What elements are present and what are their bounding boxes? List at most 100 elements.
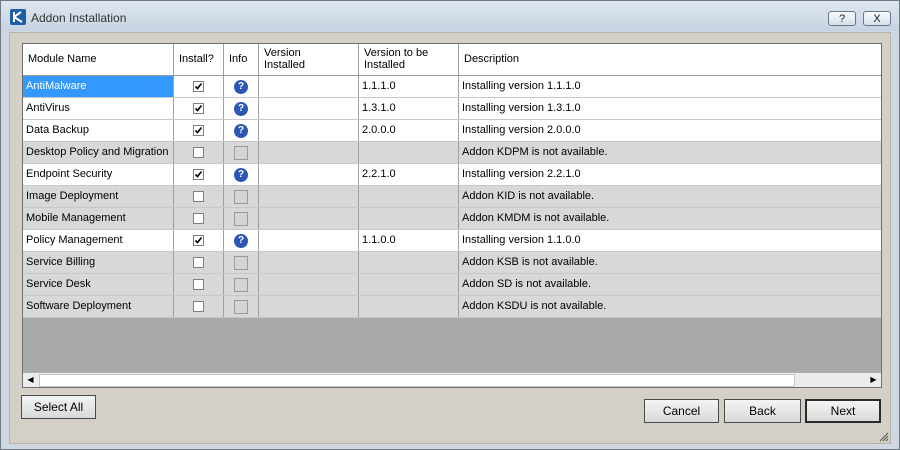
install-checkbox[interactable]: [193, 191, 204, 202]
info-cell: [224, 186, 259, 207]
info-icon[interactable]: ?: [234, 80, 248, 94]
back-button[interactable]: Back: [724, 399, 801, 423]
install-checkbox[interactable]: [193, 213, 204, 224]
info-cell: [224, 252, 259, 273]
title-bar: Addon Installation ? X: [1, 1, 899, 31]
table-row[interactable]: Desktop Policy and Migration Addon KDPM i…: [23, 142, 881, 164]
description-cell: Addon KDPM is not available.: [462, 146, 608, 158]
module-name-cell[interactable]: Endpoint Security: [23, 164, 174, 185]
next-button[interactable]: Next: [805, 399, 881, 423]
table-row[interactable]: Service Desk Addon SD is not available.: [23, 274, 881, 296]
table-row[interactable]: Mobile Management Addon KMDM is not avail…: [23, 208, 881, 230]
module-name-cell[interactable]: Data Backup: [23, 120, 174, 141]
install-cell: [174, 274, 224, 295]
scrollbar-thumb[interactable]: [39, 374, 795, 387]
description-cell: Installing version 1.1.0.0: [462, 234, 581, 246]
version-to-install-cell: [359, 142, 459, 163]
module-name-cell[interactable]: Software Deployment: [23, 296, 174, 317]
install-cell: [174, 164, 224, 185]
description-cell: Addon KMDM is not available.: [462, 212, 610, 224]
checkmark-icon: [194, 171, 203, 178]
info-icon[interactable]: ?: [234, 124, 248, 138]
column-header-info[interactable]: Info: [224, 44, 259, 75]
module-name-cell[interactable]: Desktop Policy and Migration: [23, 142, 174, 163]
table-row[interactable]: Software Deployment Addon KSDU is not ava…: [23, 296, 881, 318]
column-header-module-name[interactable]: Module Name: [23, 44, 174, 75]
install-checkbox[interactable]: [193, 301, 204, 312]
version-to-install-cell: [359, 296, 459, 317]
module-name-cell[interactable]: AntiVirus: [23, 98, 174, 119]
install-checkbox[interactable]: [193, 257, 204, 268]
install-checkbox[interactable]: [193, 235, 204, 246]
checkmark-icon: [194, 237, 203, 244]
info-disabled-box: [234, 212, 248, 226]
module-name-cell[interactable]: Mobile Management: [23, 208, 174, 229]
version-to-install-cell: [359, 252, 459, 273]
app-logo-icon: [10, 9, 26, 25]
cancel-button[interactable]: Cancel: [644, 399, 719, 423]
install-checkbox[interactable]: [193, 125, 204, 136]
description-cell: Installing version 1.3.1.0: [462, 102, 581, 114]
scroll-right-icon[interactable]: ▶: [866, 373, 881, 387]
install-checkbox[interactable]: [193, 147, 204, 158]
table-row[interactable]: Endpoint Security? 2.2.1.0 Installing vers…: [23, 164, 881, 186]
info-cell: [224, 296, 259, 317]
version-to-install-cell: 1.1.1.0: [359, 76, 459, 97]
install-checkbox[interactable]: [193, 103, 204, 114]
table-row[interactable]: Policy Management? 1.1.0.0 Installing vers…: [23, 230, 881, 252]
table-row[interactable]: Service Billing Addon KSB is not availabl…: [23, 252, 881, 274]
horizontal-scrollbar[interactable]: ◀ ▶: [23, 372, 881, 387]
table-row[interactable]: AntiVirus? 1.3.1.0 Installing version 1.3.…: [23, 98, 881, 120]
info-cell: [224, 274, 259, 295]
description-cell: Addon SD is not available.: [462, 278, 592, 290]
description-cell: Addon KSDU is not available.: [462, 300, 607, 312]
dialog-body: Module Name Install? Info Version Instal…: [9, 32, 891, 444]
install-cell: [174, 142, 224, 163]
info-icon[interactable]: ?: [234, 102, 248, 116]
table-row[interactable]: Data Backup? 2.0.0.0 Installing version 2.…: [23, 120, 881, 142]
column-header-version-to-be-installed[interactable]: Version to be Installed: [359, 44, 459, 75]
table-row[interactable]: Image Deployment Addon KID is not availab…: [23, 186, 881, 208]
install-cell: [174, 120, 224, 141]
version-installed-cell: [259, 208, 359, 229]
column-header-version-installed-line1: Version: [264, 47, 301, 59]
select-all-button[interactable]: Select All: [21, 395, 96, 419]
info-disabled-box: [234, 300, 248, 314]
module-name-cell[interactable]: Service Billing: [23, 252, 174, 273]
info-cell: ?: [224, 230, 259, 251]
scroll-left-icon[interactable]: ◀: [23, 373, 38, 387]
info-disabled-box: [234, 256, 248, 270]
install-checkbox[interactable]: [193, 279, 204, 290]
column-header-version-installed[interactable]: Version Installed: [259, 44, 359, 75]
help-button[interactable]: ?: [828, 11, 856, 26]
checkmark-icon: [194, 83, 203, 90]
version-to-install-cell: 2.0.0.0: [359, 120, 459, 141]
install-cell: [174, 208, 224, 229]
info-icon[interactable]: ?: [234, 168, 248, 182]
version-installed-cell: [259, 230, 359, 251]
info-icon[interactable]: ?: [234, 234, 248, 248]
info-disabled-box: [234, 190, 248, 204]
install-checkbox[interactable]: [193, 81, 204, 92]
description-cell: Addon KSB is not available.: [462, 256, 598, 268]
version-installed-cell: [259, 98, 359, 119]
column-header-install[interactable]: Install?: [174, 44, 224, 75]
resize-grip-icon[interactable]: [877, 430, 889, 442]
module-name-cell[interactable]: Service Desk: [23, 274, 174, 295]
table-row[interactable]: AntiMalware? 1.1.1.0 Installing version 1.…: [23, 76, 881, 98]
module-name-cell[interactable]: Policy Management: [23, 230, 174, 251]
grid-header: Module Name Install? Info Version Instal…: [23, 44, 881, 76]
install-cell: [174, 186, 224, 207]
install-checkbox[interactable]: [193, 169, 204, 180]
close-button[interactable]: X: [863, 11, 891, 26]
module-name-cell[interactable]: AntiMalware: [23, 76, 174, 97]
version-installed-cell: [259, 164, 359, 185]
column-header-version-to-be-line2: Installed: [364, 59, 405, 71]
info-disabled-box: [234, 146, 248, 160]
module-name-cell[interactable]: Image Deployment: [23, 186, 174, 207]
description-cell: Addon KID is not available.: [462, 190, 595, 202]
column-header-description[interactable]: Description: [459, 44, 881, 75]
version-to-install-cell: 1.3.1.0: [359, 98, 459, 119]
description-cell: Installing version 1.1.1.0: [462, 80, 581, 92]
grid-rows: AntiMalware? 1.1.1.0 Installing version 1.…: [23, 76, 881, 318]
